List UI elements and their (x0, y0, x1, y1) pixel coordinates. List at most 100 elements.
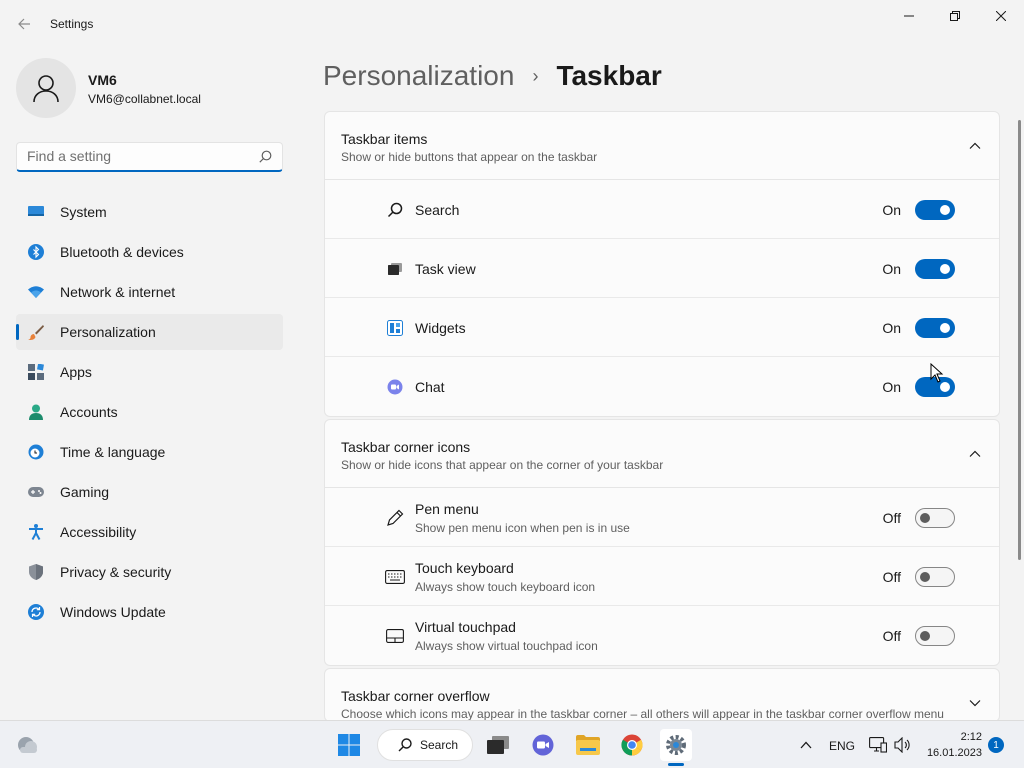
setting-description: Always show virtual touchpad icon (415, 639, 598, 653)
setting-label: Chat (415, 379, 445, 395)
clock[interactable]: 2:12 16.01.2023 (926, 729, 982, 761)
toggle-knob (920, 631, 930, 641)
toggle-state: Off (882, 628, 901, 644)
notification-badge[interactable]: 1 (988, 737, 1004, 753)
chrome-button[interactable] (616, 729, 648, 761)
taskbar-corner-overflow-header[interactable]: Taskbar corner overflow Choose which ico… (325, 669, 999, 721)
chevron-up-icon[interactable] (969, 448, 981, 460)
settings-search (16, 142, 283, 172)
volume-tray-button[interactable] (891, 729, 915, 761)
search-toggle[interactable] (915, 200, 955, 220)
toggle-state: On (882, 379, 901, 395)
sidebar-item-label: Bluetooth & devices (60, 244, 184, 260)
sidebar-item-gaming[interactable]: Gaming (16, 474, 283, 510)
taskbar-corner-overflow-section: Taskbar corner overflow Choose which ico… (324, 668, 1000, 722)
taskbar-items-header[interactable]: Taskbar items Show or hide buttons that … (325, 112, 999, 180)
accounts-icon (28, 404, 44, 420)
toggle-state: Off (882, 569, 901, 585)
mouse-cursor-icon (930, 363, 944, 383)
sidebar-item-accessibility[interactable]: Accessibility (16, 514, 283, 550)
chrome-icon (621, 734, 643, 756)
sidebar-item-windows-update[interactable]: Windows Update (16, 594, 283, 630)
task-view-icon (385, 259, 405, 279)
apps-icon (28, 364, 44, 380)
windows-taskbar: Search ENG 2:12 16.01.2023 1 (0, 720, 1024, 768)
file-explorer-button[interactable] (572, 729, 604, 761)
back-button[interactable] (12, 12, 36, 36)
taskbar-corner-icons-header[interactable]: Taskbar corner icons Show or hide icons … (325, 420, 999, 488)
section-title: Taskbar corner icons (341, 439, 471, 455)
sidebar-item-accounts[interactable]: Accounts (16, 394, 283, 430)
search-input[interactable] (17, 143, 247, 169)
breadcrumb-separator: › (532, 65, 539, 86)
breadcrumb-parent[interactable]: Personalization (323, 60, 514, 92)
active-app-indicator (668, 763, 684, 766)
minimize-icon (904, 15, 914, 17)
chat-icon (385, 377, 405, 397)
user-profile: VM6 VM6@collabnet.local (16, 58, 286, 118)
close-button[interactable] (978, 0, 1024, 32)
sidebar-item-privacy[interactable]: Privacy & security (16, 554, 283, 590)
folder-icon (576, 735, 600, 755)
chat-icon (532, 734, 554, 756)
close-icon (996, 11, 1006, 21)
virtual-touchpad-toggle[interactable] (915, 626, 955, 646)
search-icon[interactable] (259, 150, 272, 168)
profile-email: VM6@collabnet.local (88, 92, 201, 106)
chevron-up-icon (800, 741, 812, 749)
widgets-toggle[interactable] (915, 318, 955, 338)
user-icon (33, 75, 59, 103)
setting-row-virtual-touchpad: Virtual touchpad Always show virtual tou… (325, 606, 999, 665)
toggle-knob (940, 205, 950, 215)
taskbar-search-button[interactable]: Search (377, 729, 473, 761)
clock-date: 16.01.2023 (926, 747, 982, 759)
chat-button[interactable] (527, 729, 559, 761)
brush-icon (28, 324, 44, 340)
pen-menu-toggle[interactable] (915, 508, 955, 528)
sidebar-item-system[interactable]: System (16, 194, 283, 230)
keyboard-icon (385, 567, 405, 587)
toggle-knob (940, 264, 950, 274)
system-icon (28, 204, 44, 220)
toggle-state: Off (882, 510, 901, 526)
shield-icon (28, 564, 44, 580)
network-tray-button[interactable] (866, 729, 890, 761)
task-view-button[interactable] (482, 729, 514, 761)
scrollbar[interactable] (1018, 120, 1021, 560)
minimize-button[interactable] (886, 0, 932, 32)
sidebar-item-personalization[interactable]: Personalization (16, 314, 283, 350)
app-title: Settings (50, 17, 94, 31)
touch-keyboard-toggle[interactable] (915, 567, 955, 587)
toggle-knob (940, 382, 950, 392)
windows-logo-icon (338, 734, 360, 756)
avatar[interactable] (16, 58, 76, 118)
gear-icon (666, 735, 686, 755)
chevron-down-icon[interactable] (969, 697, 981, 709)
sidebar-item-label: Time & language (60, 444, 166, 460)
widgets-icon (385, 318, 405, 338)
setting-description: Always show touch keyboard icon (415, 580, 596, 594)
bluetooth-icon (28, 244, 44, 260)
toggle-state: On (882, 202, 901, 218)
sidebar-item-apps[interactable]: Apps (16, 354, 283, 390)
weather-widget-button[interactable] (12, 729, 44, 761)
sidebar-item-time-language[interactable]: Time & language (16, 434, 283, 470)
gamepad-icon (28, 484, 44, 500)
maximize-button[interactable] (932, 0, 978, 32)
sidebar-item-bluetooth[interactable]: Bluetooth & devices (16, 234, 283, 270)
start-button[interactable] (333, 729, 365, 761)
breadcrumb: Personalization › Taskbar (323, 58, 662, 94)
show-hidden-icons-button[interactable] (792, 729, 820, 761)
toggle-state: On (882, 261, 901, 277)
input-language[interactable]: ENG (829, 739, 855, 753)
setting-row-widgets: Widgets On (325, 298, 999, 357)
sidebar-item-label: Accounts (60, 404, 118, 420)
settings-app-button[interactable] (660, 729, 692, 761)
section-title: Taskbar corner overflow (341, 688, 490, 704)
task-view-toggle[interactable] (915, 259, 955, 279)
toggle-knob (920, 513, 930, 523)
sidebar-nav: System Bluetooth & devices Network & int… (16, 194, 283, 634)
network-monitor-icon (869, 737, 887, 753)
chevron-up-icon[interactable] (969, 140, 981, 152)
sidebar-item-network[interactable]: Network & internet (16, 274, 283, 310)
